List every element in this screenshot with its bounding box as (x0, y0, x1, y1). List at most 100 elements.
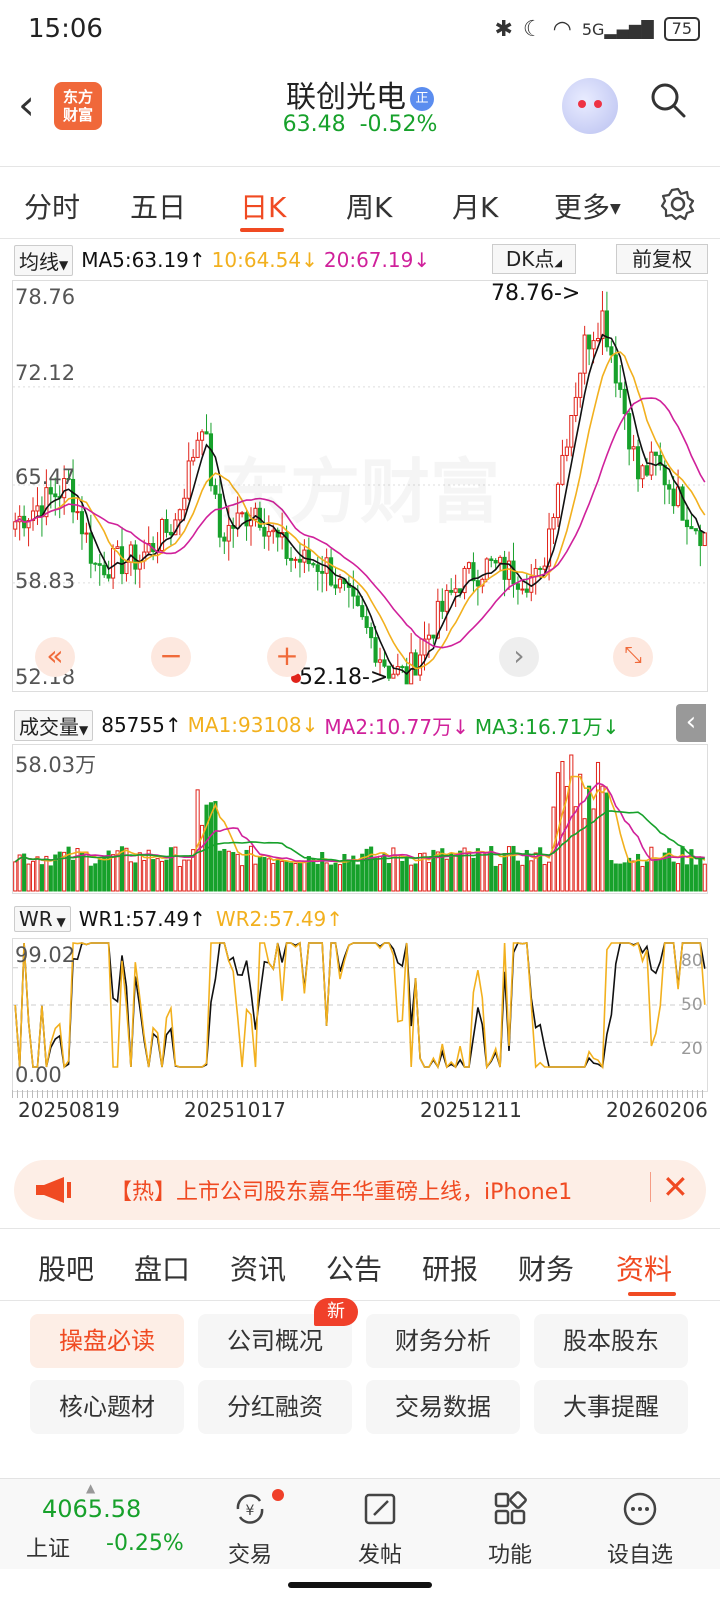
tab-monthly-k[interactable]: 月K (452, 186, 498, 226)
svg-text:¥: ¥ (246, 1503, 255, 1519)
kline-chart-area[interactable]: 东方财富 78.76 72.12 65.47 58.83 52.18 78.76… (12, 280, 708, 692)
wr-chart (13, 941, 707, 1070)
volume-chart-area[interactable]: 58.03万 (12, 744, 708, 894)
y-label-3: 65.47 (15, 465, 76, 489)
date-label-3: 20251211 (420, 1098, 522, 1122)
period-tabs: 分时 五日 日K 周K 月K 更多▼ (0, 172, 720, 236)
vol-ma1-label: MA1:93108↓ (187, 713, 319, 737)
megaphone-icon (36, 1177, 71, 1203)
low-price-label: 52.18-> (299, 665, 389, 690)
stock-header: ‹ 东方 财富 联创光电正 63.48 -0.52% (0, 60, 720, 150)
btn-dividend-financing[interactable]: 分红融资 (198, 1380, 352, 1434)
subtab-pankou[interactable]: 盘口 (134, 1248, 190, 1288)
ma5-label: MA5:63.19↑ (81, 248, 206, 272)
btn-trading-data[interactable]: 交易数据 (366, 1380, 520, 1434)
subtabs-top-divider (0, 1228, 720, 1229)
close-icon[interactable]: ✕ (662, 1168, 689, 1206)
btn-shareholders[interactable]: 股本股东 (534, 1314, 688, 1368)
subtabs-bottom-divider (0, 1300, 720, 1301)
dk-point-button[interactable]: DK点◢ (492, 244, 576, 274)
trade-notification-dot (272, 1489, 284, 1501)
tab-fenshi[interactable]: 分时 (24, 186, 80, 226)
current-price: 63.48 (282, 112, 346, 137)
nav-add-watchlist[interactable]: 设自选 (600, 1491, 680, 1569)
wr-legend-row: WR ▼ WR1:57.49↑ WR2:57.49↑ (14, 902, 714, 936)
home-indicator (288, 1582, 432, 1588)
tab-wuri[interactable]: 五日 (130, 186, 186, 226)
news-banner[interactable]: 【热】上市公司股东嘉年华重磅上线，iPhone1 ✕ (14, 1160, 706, 1220)
volume-indicator-select[interactable]: 成交量▼ (14, 709, 94, 741)
index-up-arrow-icon: ▲ (86, 1481, 96, 1495)
fullscreen-button[interactable]: ⤡ (613, 637, 653, 677)
tab-weekly-k[interactable]: 周K (346, 186, 392, 226)
wr-chart-area[interactable]: 99.02 0.00 80 50 20 (12, 938, 708, 1092)
more-dots-icon (623, 1492, 657, 1526)
date-label-1: 20250819 (18, 1098, 120, 1122)
status-time: 15:06 (28, 14, 103, 44)
nav-post[interactable]: 发帖 (340, 1491, 420, 1569)
forward-adjust-button[interactable]: 前复权 (616, 244, 708, 274)
edit-icon (364, 1493, 396, 1525)
battery-icon: 75 (663, 17, 700, 41)
high-price-label: 78.76-> (491, 281, 581, 306)
volume-max-label: 58.03万 (15, 753, 97, 777)
scroll-right-button[interactable]: › (499, 637, 539, 677)
header-divider (0, 166, 720, 167)
date-axis: 20250819 20251017 20251211 20260206 (14, 1098, 708, 1128)
indicator-type-select[interactable]: 均线▼ (14, 244, 74, 276)
news-text[interactable]: 【热】上市公司股东嘉年华重磅上线，iPhone1 (110, 1174, 650, 1206)
tab-more[interactable]: 更多▼ (554, 186, 621, 226)
sub-tabs: 股吧 盘口 资讯 公告 研报 财务 资料 (0, 1232, 720, 1300)
grid-icon (494, 1491, 527, 1525)
btn-caopan-bidu[interactable]: 操盘必读 (30, 1314, 184, 1368)
zheng-badge: 正 (410, 86, 434, 111)
volume-chart (13, 754, 707, 892)
status-icons: ✱ ☾ ◠ 5G▂▄▆█ 75 (494, 14, 700, 44)
scroll-left-button[interactable]: « (35, 637, 75, 677)
moon-icon: ☾ (522, 16, 543, 42)
wr-ref-50: 50 (681, 995, 703, 1015)
wr1-label: WR1:57.49↑ (78, 907, 206, 931)
zoom-in-button[interactable]: + (267, 637, 307, 677)
subtab-caiwu[interactable]: 财务 (518, 1248, 574, 1288)
nav-functions[interactable]: 功能 (470, 1491, 550, 1569)
time-axis-ticks (12, 1090, 706, 1098)
wr2-label: WR2:57.49↑ (215, 907, 344, 931)
subtab-gonggao[interactable]: 公告 (326, 1248, 382, 1288)
btn-core-themes[interactable]: 核心题材 (30, 1380, 184, 1434)
btn-financial-analysis[interactable]: 财务分析 (366, 1314, 520, 1368)
index-change[interactable]: -0.25% (106, 1531, 184, 1556)
bottom-bar: ▲ 4065.58 上证 -0.25% ¥ 交易 发帖 功能 设自选 (0, 1478, 720, 1569)
subtab-ziliao[interactable]: 资料 (616, 1248, 672, 1288)
collapse-panel-icon[interactable]: ‹ (676, 704, 706, 742)
watermark: 东方财富 (13, 281, 707, 691)
price-change: -0.52% (359, 112, 438, 137)
ma20-label: 20:67.19↓ (323, 248, 431, 272)
search-icon[interactable] (650, 82, 686, 118)
subtab-yanbao[interactable]: 研报 (422, 1248, 478, 1288)
wifi-icon: ◠ (552, 16, 572, 42)
date-label-2: 20251017 (184, 1098, 286, 1122)
wr-ref-20: 20 (681, 1039, 703, 1059)
wr-top-label: 99.02 (15, 943, 76, 967)
y-label-top: 78.76 (15, 285, 76, 309)
btn-event-reminder[interactable]: 大事提醒 (534, 1380, 688, 1434)
subtab-guba[interactable]: 股吧 (38, 1248, 94, 1288)
subtab-active-underline (628, 1292, 676, 1296)
signal-icon: 5G▂▄▆█ (581, 19, 654, 39)
nav-trade[interactable]: ¥ 交易 (210, 1491, 290, 1569)
gear-icon[interactable] (660, 186, 696, 222)
index-name[interactable]: 上证 (26, 1531, 70, 1563)
tab-daily-k[interactable]: 日K (240, 186, 286, 226)
volume-value: 85755↑ (101, 713, 182, 737)
subtab-zixun[interactable]: 资讯 (230, 1248, 286, 1288)
vol-ma3-label: MA3:16.71万↓ (474, 714, 620, 739)
assistant-robot-icon[interactable] (562, 78, 618, 134)
zoom-out-button[interactable]: − (151, 637, 191, 677)
index-value[interactable]: 4065.58 (42, 1495, 141, 1523)
wr-indicator-select[interactable]: WR ▼ (14, 906, 71, 932)
bluetooth-icon: ✱ (494, 16, 513, 42)
yen-cycle-icon: ¥ (236, 1494, 264, 1524)
dropdown-arrow-icon: ▼ (610, 201, 621, 217)
y-label-2: 72.12 (15, 361, 76, 385)
